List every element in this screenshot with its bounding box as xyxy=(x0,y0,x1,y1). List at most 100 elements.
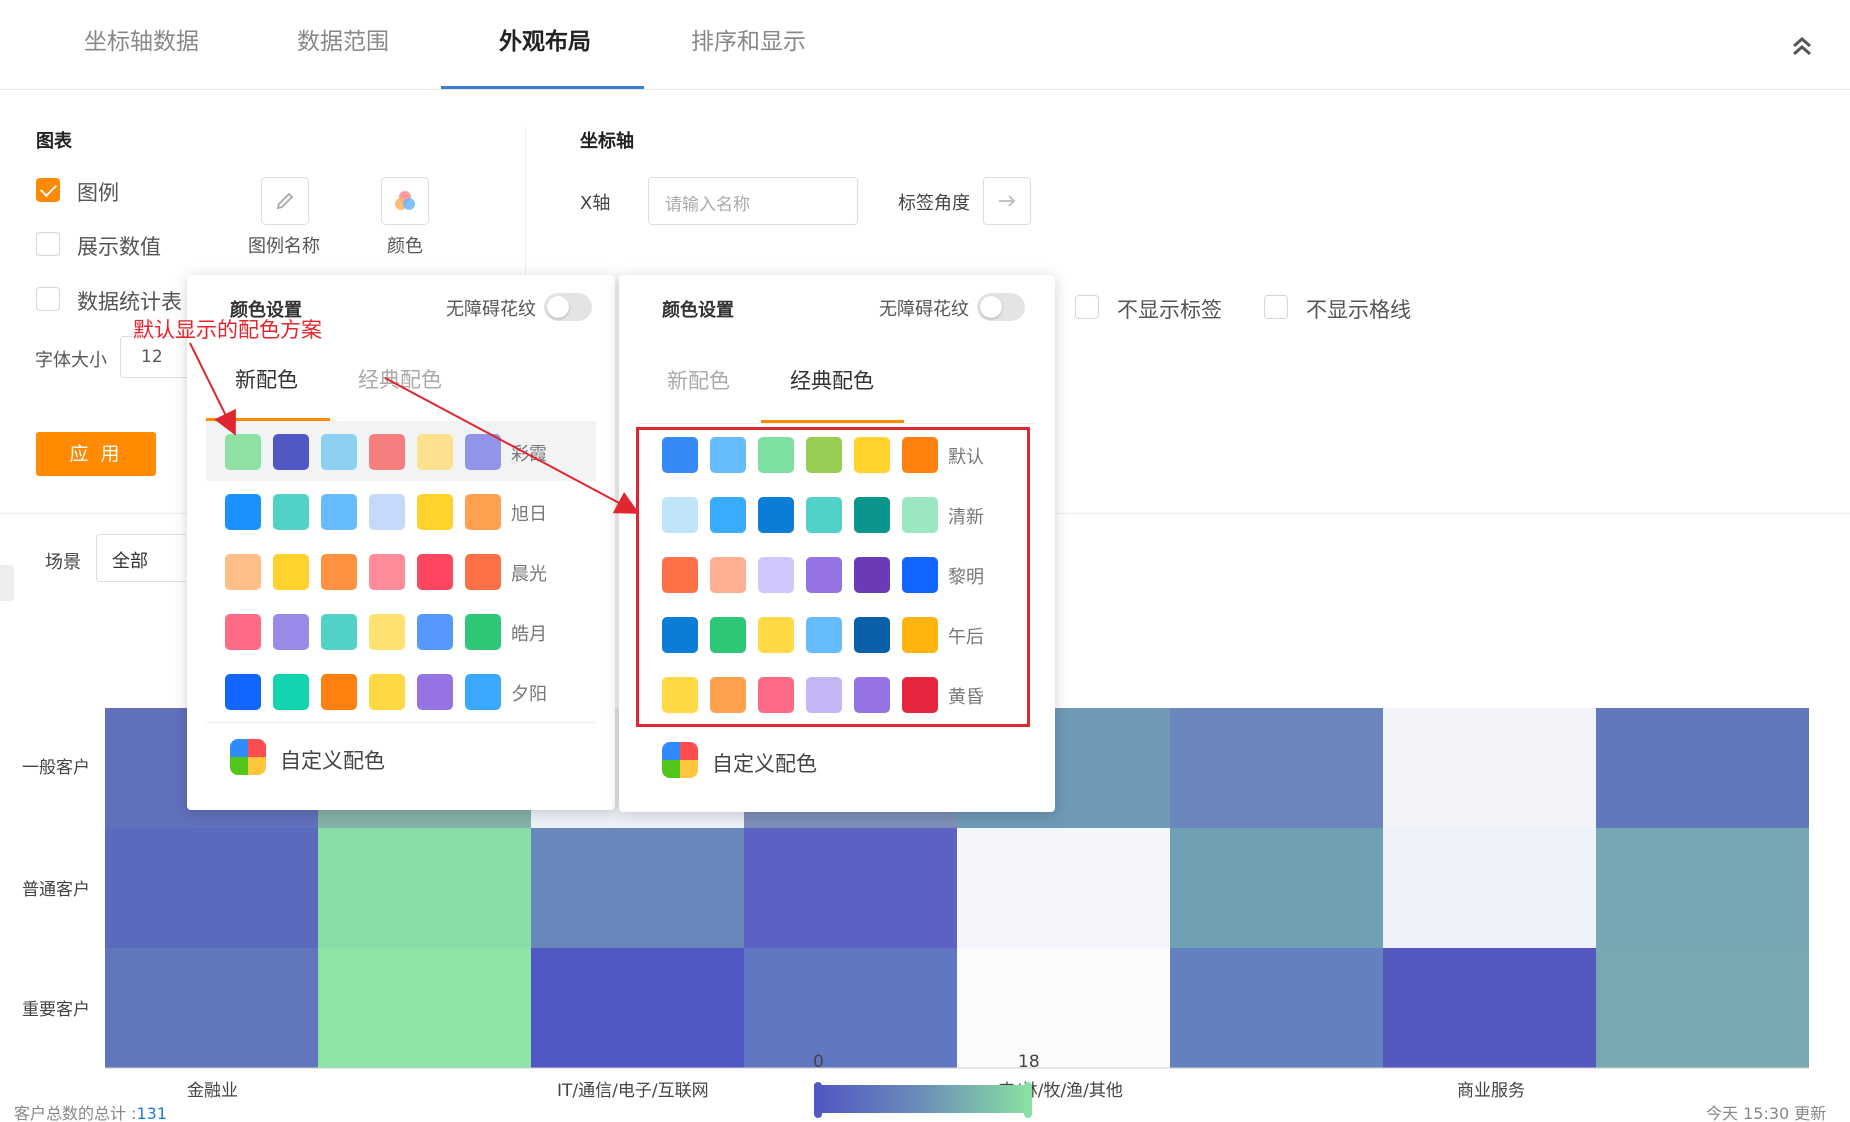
custom-colors-icon[interactable] xyxy=(230,739,266,775)
heatmap-cell[interactable] xyxy=(318,948,531,1068)
heatmap-cell[interactable] xyxy=(1596,948,1809,1068)
heatmap-cell[interactable] xyxy=(1170,948,1383,1068)
collapse-up-icon[interactable] xyxy=(1788,32,1816,60)
color-swatch xyxy=(417,494,453,530)
show-values-checkbox[interactable] xyxy=(36,232,60,256)
show-values-label: 展示数值 xyxy=(77,235,161,259)
tab-data-range[interactable]: 数据范围 xyxy=(297,22,389,56)
color-swatch xyxy=(369,434,405,470)
color-button[interactable] xyxy=(381,177,429,225)
tag-angle-button[interactable] xyxy=(983,177,1031,225)
hide-gridlines-checkbox[interactable] xyxy=(1264,295,1288,319)
legend-name-edit-button[interactable] xyxy=(261,177,309,225)
color-swatch xyxy=(417,614,453,650)
color-swatch xyxy=(465,494,501,530)
data-stats-label: 数据统计表 xyxy=(77,290,182,314)
color-scheme-name: 彩霞 xyxy=(511,444,547,465)
heatmap-cell[interactable] xyxy=(531,828,744,948)
scene-label: 场景 xyxy=(45,552,81,573)
color-swatch xyxy=(417,674,453,710)
color-scheme-name: 夕阳 xyxy=(511,684,547,705)
hide-labels-label: 不显示标签 xyxy=(1117,298,1222,322)
color-swatch xyxy=(369,674,405,710)
color-swatch xyxy=(417,434,453,470)
font-size-label: 字体大小 xyxy=(35,350,107,371)
heatmap-cell[interactable] xyxy=(1383,708,1596,828)
heatmap-cell[interactable] xyxy=(1596,828,1809,948)
tab-classic-colors[interactable]: 经典配色 xyxy=(358,364,442,394)
color-swatch xyxy=(321,674,357,710)
color-swatch xyxy=(465,674,501,710)
heatmap-cell[interactable] xyxy=(957,948,1170,1068)
color-swatch xyxy=(369,554,405,590)
heatmap-cell[interactable] xyxy=(744,948,957,1068)
chart-section-title: 图表 xyxy=(36,131,72,152)
heatmap-cell[interactable] xyxy=(105,948,318,1068)
heatmap-cell[interactable] xyxy=(1170,708,1383,828)
visual-map-max-handle[interactable] xyxy=(1024,1082,1032,1118)
tab-sort-display[interactable]: 排序和显示 xyxy=(691,22,806,56)
accessibility-pattern-toggle[interactable] xyxy=(544,293,592,321)
legend-name-label: 图例名称 xyxy=(248,236,320,257)
custom-colors-label[interactable]: 自定义配色 xyxy=(280,745,385,775)
visual-map-min-handle[interactable] xyxy=(814,1082,822,1118)
row-label: 重要客户 xyxy=(22,1000,90,1020)
popover-divider xyxy=(206,722,596,723)
color-swatch xyxy=(225,674,261,710)
scene-select[interactable]: 全部 xyxy=(96,534,186,582)
data-stats-checkbox[interactable] xyxy=(36,287,60,311)
x-axis-name-input[interactable]: 请输入名称 xyxy=(648,177,858,225)
heatmap-cell[interactable] xyxy=(957,828,1170,948)
heatmap-cell[interactable] xyxy=(1170,828,1383,948)
tab-classic-colors[interactable]: 经典配色 xyxy=(790,365,874,395)
update-time: 今天 15:30 更新 xyxy=(1706,1104,1827,1122)
color-settings-popover-new: 颜色设置 无障碍花纹 新配色 经典配色 彩霞 旭日 晨光 皓月 夕阳 自定义配色 xyxy=(187,275,615,810)
heatmap-cell[interactable] xyxy=(1383,948,1596,1068)
apply-button[interactable]: 应 用 xyxy=(36,432,156,476)
accessibility-pattern-toggle[interactable] xyxy=(977,293,1025,321)
color-scheme-row[interactable]: 晨光 xyxy=(206,541,596,601)
color-scheme-row[interactable]: 皓月 xyxy=(206,601,596,661)
popover-title: 颜色设置 xyxy=(662,300,734,321)
tab-appearance-layout[interactable]: 外观布局 xyxy=(499,22,591,56)
heatmap-cell[interactable] xyxy=(318,828,531,948)
highlight-box xyxy=(636,427,1030,727)
color-swatch xyxy=(465,554,501,590)
legend-checkbox-label: 图例 xyxy=(77,181,119,205)
heatmap-cell[interactable] xyxy=(531,948,744,1068)
color-swatch xyxy=(321,554,357,590)
column-label: 金融业 xyxy=(187,1081,238,1101)
tag-angle-label: 标签角度 xyxy=(898,193,970,214)
annotation-label: 默认显示的配色方案 xyxy=(133,318,322,342)
heatmap-cell[interactable] xyxy=(1596,708,1809,828)
heatmap-cell[interactable] xyxy=(105,828,318,948)
custom-colors-label[interactable]: 自定义配色 xyxy=(712,748,817,778)
color-scheme-row[interactable]: 彩霞 xyxy=(206,421,596,481)
axis-section-title: 坐标轴 xyxy=(580,131,634,152)
color-swatch xyxy=(369,494,405,530)
color-scheme-row[interactable]: 夕阳 xyxy=(206,661,596,721)
column-label: 商业服务 xyxy=(1457,1081,1525,1101)
tab-new-colors[interactable]: 新配色 xyxy=(235,364,298,394)
heatmap-cell[interactable] xyxy=(744,828,957,948)
hide-labels-checkbox[interactable] xyxy=(1075,295,1099,319)
sidebar-drag-handle[interactable] xyxy=(0,565,14,601)
tab-axis-data[interactable]: 坐标轴数据 xyxy=(84,22,199,56)
total-label: 客户总数的总计 : xyxy=(14,1104,137,1122)
tab-bar: 坐标轴数据 数据范围 外观布局 排序和显示 xyxy=(0,0,1850,90)
color-palette-icon xyxy=(395,191,415,210)
tab-new-colors[interactable]: 新配色 xyxy=(667,365,730,395)
color-swatch xyxy=(225,554,261,590)
x-axis-label: X轴 xyxy=(580,193,611,214)
row-label: 普通客户 xyxy=(22,880,90,900)
color-swatch xyxy=(273,434,309,470)
color-scheme-row[interactable]: 旭日 xyxy=(206,481,596,541)
custom-colors-icon[interactable] xyxy=(662,742,698,778)
pencil-icon xyxy=(276,192,294,210)
legend-checkbox[interactable] xyxy=(36,178,60,202)
color-swatch xyxy=(225,614,261,650)
accessibility-pattern-label: 无障碍花纹 xyxy=(879,299,969,320)
color-swatch xyxy=(321,614,357,650)
heatmap-cell[interactable] xyxy=(1383,828,1596,948)
color-swatch xyxy=(273,554,309,590)
